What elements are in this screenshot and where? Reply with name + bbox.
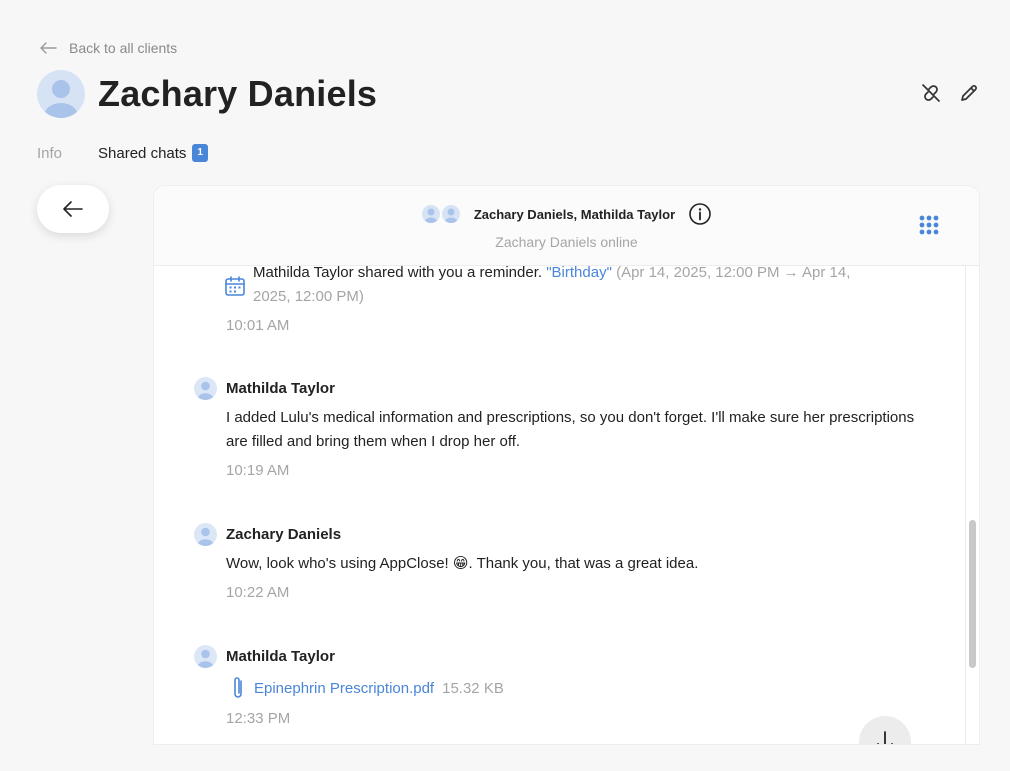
avatar [194,645,217,668]
unlink-button[interactable] [920,82,942,104]
reminder-text: Mathilda Taylor shared with you a remind… [253,261,875,309]
back-to-clients-link[interactable]: Back to all clients [40,40,177,56]
back-link-label: Back to all clients [69,40,178,56]
arrow-down-icon [877,731,893,744]
message-sender: Zachary Daniels [154,523,965,546]
unlink-icon [922,84,940,102]
message-time: 10:22 AM [226,584,290,601]
avatar [194,377,217,400]
list-item: Mathilda Taylor I added Lulu's medical i… [154,377,965,479]
chat-online-status: Zachary Daniels online [495,234,638,250]
shared-chats-count-badge: 1 [192,144,208,162]
reminder-message: Mathilda Taylor shared with you a remind… [154,261,965,309]
user-silhouette-icon [444,208,458,223]
pencil-icon [961,85,977,101]
user-silhouette-icon [197,527,214,546]
info-icon[interactable] [689,203,711,225]
message-time: 12:33 PM [226,710,291,727]
grid-dots-icon [919,215,939,235]
participant-avatars [421,205,460,223]
list-item: Mathilda Taylor shared with you a remind… [154,261,965,334]
sender-name: Zachary Daniels [226,526,342,543]
back-to-chat-list-button[interactable] [37,185,109,233]
header-actions [920,82,980,104]
list-item: Mathilda Taylor Epinephrin Prescription.… [154,645,965,727]
message-time: 10:01 AM [226,317,290,334]
scrollbar[interactable] [965,266,979,744]
arrow-left-icon [63,201,83,217]
chat-panel: Zachary Daniels, Mathilda Taylor Zachary… [153,185,980,745]
reminder-prefix: Mathilda Taylor shared with you a remind… [253,264,543,281]
chat-header-row: Zachary Daniels, Mathilda Taylor [421,203,711,225]
page-title: Zachary Daniels [98,73,378,114]
avatar [441,205,460,223]
user-silhouette-icon [44,80,78,118]
chat-header: Zachary Daniels, Mathilda Taylor Zachary… [154,186,979,266]
tab-info[interactable]: Info [37,144,62,162]
avatar [194,523,217,546]
message-text: I added Lulu's medical information and p… [226,409,915,450]
client-tabs: Info Shared chats 1 [37,144,208,162]
avatar [37,70,85,118]
scrollbar-thumb[interactable] [969,520,976,668]
tab-shared-chats[interactable]: Shared chats 1 [98,144,208,162]
user-silhouette-icon [424,208,438,223]
calendar-icon [225,276,245,296]
message-list[interactable]: Mathilda Taylor shared with you a remind… [154,264,965,744]
avatar [421,205,440,223]
message-time: 10:19 AM [226,462,290,479]
message-sender: Mathilda Taylor [154,377,965,400]
sender-name: Mathilda Taylor [226,648,335,665]
tab-info-label: Info [37,144,63,162]
paperclip-icon [234,677,242,698]
sender-name: Mathilda Taylor [226,380,335,397]
chat-menu-button[interactable] [919,215,939,240]
chat-participants: Zachary Daniels, Mathilda Taylor [473,206,676,222]
edit-button[interactable] [958,82,980,104]
file-size: 15.32 KB [442,679,504,697]
user-silhouette-icon [197,649,214,668]
chat-header-info: Zachary Daniels, Mathilda Taylor Zachary… [154,203,979,250]
tab-shared-chats-label: Shared chats [98,144,187,162]
message-sender: Mathilda Taylor [154,645,965,668]
client-header: Zachary Daniels [37,70,377,118]
file-name-link[interactable]: Epinephrin Prescription.pdf [254,680,434,697]
user-silhouette-icon [197,381,214,400]
reminder-title-link[interactable]: "Birthday" [546,264,612,281]
list-item: Zachary Daniels Wow, look who's using Ap… [154,523,965,601]
message-text: Wow, look who's using AppClose! 😁. Thank… [226,555,699,572]
arrow-left-icon [40,42,57,54]
file-attachment[interactable]: Epinephrin Prescription.pdf 15.32 KB [154,676,965,700]
